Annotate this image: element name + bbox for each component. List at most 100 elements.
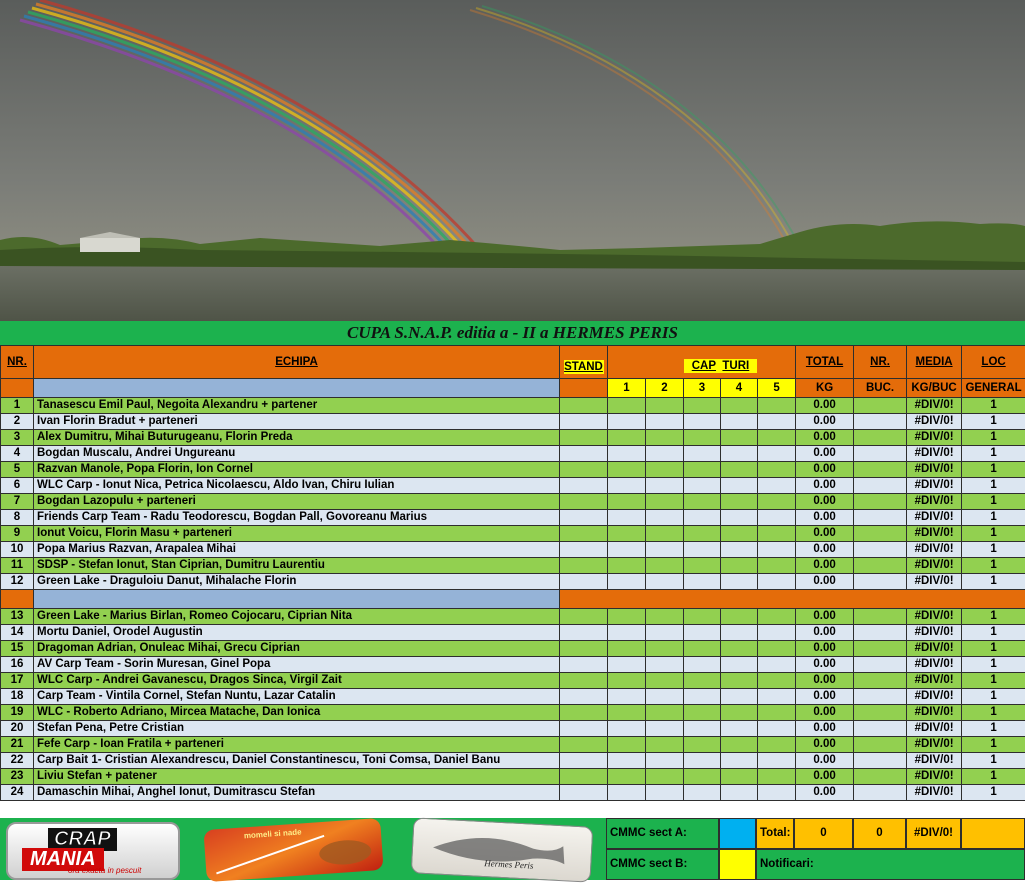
row-stand[interactable] xyxy=(560,753,608,769)
row-round-1[interactable] xyxy=(608,657,646,673)
row-round-1[interactable] xyxy=(608,462,646,478)
row-stand[interactable] xyxy=(560,398,608,414)
row-round-5[interactable] xyxy=(758,641,796,657)
row-stand[interactable] xyxy=(560,737,608,753)
row-round-3[interactable] xyxy=(684,737,721,753)
row-round-3[interactable] xyxy=(684,657,721,673)
row-round-4[interactable] xyxy=(721,705,758,721)
row-round-1[interactable] xyxy=(608,721,646,737)
row-stand[interactable] xyxy=(560,494,608,510)
row-round-5[interactable] xyxy=(758,526,796,542)
row-nr-buc[interactable] xyxy=(854,478,907,494)
row-round-2[interactable] xyxy=(646,414,684,430)
row-nr-buc[interactable] xyxy=(854,769,907,785)
row-round-3[interactable] xyxy=(684,625,721,641)
row-round-1[interactable] xyxy=(608,446,646,462)
row-nr-buc[interactable] xyxy=(854,721,907,737)
row-round-2[interactable] xyxy=(646,769,684,785)
row-round-5[interactable] xyxy=(758,705,796,721)
row-round-5[interactable] xyxy=(758,625,796,641)
row-round-3[interactable] xyxy=(684,705,721,721)
row-nr-buc[interactable] xyxy=(854,526,907,542)
row-round-3[interactable] xyxy=(684,785,721,801)
row-round-2[interactable] xyxy=(646,398,684,414)
row-nr-buc[interactable] xyxy=(854,673,907,689)
row-stand[interactable] xyxy=(560,558,608,574)
row-stand[interactable] xyxy=(560,446,608,462)
row-round-5[interactable] xyxy=(758,510,796,526)
row-round-2[interactable] xyxy=(646,462,684,478)
row-round-2[interactable] xyxy=(646,641,684,657)
row-round-4[interactable] xyxy=(721,542,758,558)
row-round-4[interactable] xyxy=(721,462,758,478)
row-round-3[interactable] xyxy=(684,673,721,689)
row-nr-buc[interactable] xyxy=(854,657,907,673)
row-nr-buc[interactable] xyxy=(854,609,907,625)
row-round-2[interactable] xyxy=(646,721,684,737)
row-stand[interactable] xyxy=(560,769,608,785)
row-round-3[interactable] xyxy=(684,430,721,446)
row-round-5[interactable] xyxy=(758,609,796,625)
row-nr-buc[interactable] xyxy=(854,785,907,801)
row-round-4[interactable] xyxy=(721,414,758,430)
row-round-3[interactable] xyxy=(684,609,721,625)
row-nr-buc[interactable] xyxy=(854,625,907,641)
row-round-5[interactable] xyxy=(758,689,796,705)
row-round-2[interactable] xyxy=(646,446,684,462)
row-round-5[interactable] xyxy=(758,558,796,574)
row-round-1[interactable] xyxy=(608,558,646,574)
row-round-5[interactable] xyxy=(758,785,796,801)
row-round-2[interactable] xyxy=(646,430,684,446)
row-stand[interactable] xyxy=(560,542,608,558)
row-round-4[interactable] xyxy=(721,430,758,446)
row-round-5[interactable] xyxy=(758,737,796,753)
row-nr-buc[interactable] xyxy=(854,641,907,657)
row-round-3[interactable] xyxy=(684,689,721,705)
row-round-1[interactable] xyxy=(608,430,646,446)
row-round-2[interactable] xyxy=(646,494,684,510)
row-round-2[interactable] xyxy=(646,689,684,705)
row-round-5[interactable] xyxy=(758,769,796,785)
row-nr-buc[interactable] xyxy=(854,462,907,478)
row-nr-buc[interactable] xyxy=(854,705,907,721)
row-round-3[interactable] xyxy=(684,398,721,414)
row-round-2[interactable] xyxy=(646,542,684,558)
row-round-4[interactable] xyxy=(721,737,758,753)
row-round-2[interactable] xyxy=(646,673,684,689)
row-round-2[interactable] xyxy=(646,609,684,625)
row-round-1[interactable] xyxy=(608,753,646,769)
row-round-2[interactable] xyxy=(646,526,684,542)
row-nr-buc[interactable] xyxy=(854,398,907,414)
row-stand[interactable] xyxy=(560,526,608,542)
row-round-5[interactable] xyxy=(758,398,796,414)
row-round-4[interactable] xyxy=(721,446,758,462)
row-round-4[interactable] xyxy=(721,689,758,705)
row-round-1[interactable] xyxy=(608,769,646,785)
row-round-3[interactable] xyxy=(684,494,721,510)
row-round-3[interactable] xyxy=(684,721,721,737)
row-round-1[interactable] xyxy=(608,609,646,625)
row-nr-buc[interactable] xyxy=(854,430,907,446)
row-stand[interactable] xyxy=(560,574,608,590)
row-round-2[interactable] xyxy=(646,705,684,721)
row-round-1[interactable] xyxy=(608,414,646,430)
row-round-3[interactable] xyxy=(684,510,721,526)
row-round-5[interactable] xyxy=(758,574,796,590)
row-round-4[interactable] xyxy=(721,526,758,542)
row-round-3[interactable] xyxy=(684,769,721,785)
row-round-3[interactable] xyxy=(684,641,721,657)
row-nr-buc[interactable] xyxy=(854,737,907,753)
row-round-1[interactable] xyxy=(608,673,646,689)
row-round-3[interactable] xyxy=(684,414,721,430)
row-round-1[interactable] xyxy=(608,494,646,510)
row-round-4[interactable] xyxy=(721,478,758,494)
row-round-3[interactable] xyxy=(684,542,721,558)
row-round-2[interactable] xyxy=(646,657,684,673)
row-round-4[interactable] xyxy=(721,673,758,689)
row-round-4[interactable] xyxy=(721,785,758,801)
row-round-3[interactable] xyxy=(684,574,721,590)
row-round-5[interactable] xyxy=(758,430,796,446)
row-stand[interactable] xyxy=(560,430,608,446)
row-round-5[interactable] xyxy=(758,446,796,462)
row-nr-buc[interactable] xyxy=(854,414,907,430)
